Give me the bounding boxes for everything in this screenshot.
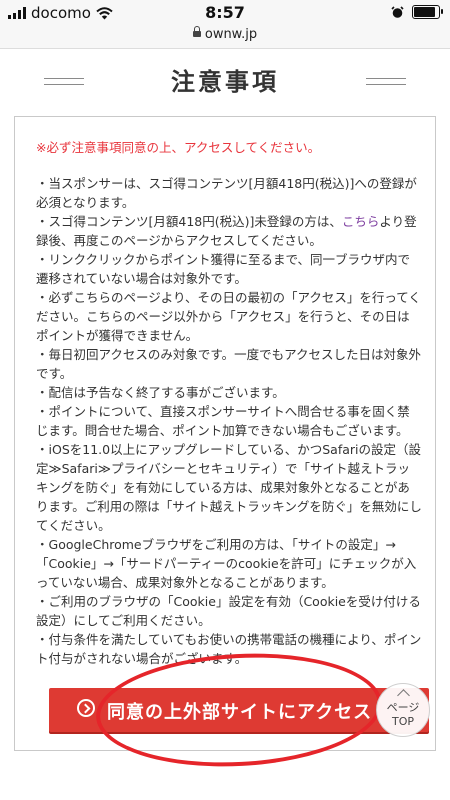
status-right (391, 5, 443, 19)
notice-item: 必ずこちらのページより、その日の最初の「アクセス」を行ってください。こちらのペー… (36, 288, 422, 345)
notice-item: リンククリックからポイント獲得に至るまで、同一ブラウザ内で遷移されていない場合は… (36, 250, 422, 288)
page-top-label-1: ページ (386, 701, 420, 714)
lock-icon (192, 25, 201, 37)
notice-item: スゴ得コンテンツ[月額418円(税込)]未登録の方は、こちらより登録後、再度この… (36, 212, 422, 250)
warning-text: ※必ず注意事項同意の上、アクセスしてください。 (36, 140, 321, 155)
notice-item-text: スゴ得コンテンツ[月額418円(税込)]未登録の方は、 (48, 214, 342, 229)
battery-icon (412, 5, 443, 19)
notice-box: ※必ず注意事項同意の上、アクセスしてください。 当スポンサーは、スゴ得コンテンツ… (14, 116, 436, 751)
page-top-label-2: TOP (391, 715, 414, 728)
notice-item: ポイントについて、直接スポンサーサイトへ問合せる事を固く禁じます。問合せた場合、… (36, 402, 422, 440)
notice-item: 毎日初回アクセスのみ対象です。一度でもアクセスした日は対象外です。 (36, 345, 422, 383)
status-time: 8:57 (205, 3, 245, 22)
notice-item: GoogleChromeブラウザをご利用の方は、「サイトの設定」→「Cookie… (36, 535, 422, 592)
page-top-button[interactable]: ページ TOP (376, 683, 430, 737)
chevron-up-icon (396, 689, 410, 702)
agree-access-button-label: 同意の上外部サイトにアクセス (107, 702, 373, 723)
notice-item: ご利用のブラウザの「Cookie」設定を有効（Cookieを受け付ける設定）にし… (36, 592, 422, 630)
notice-item: iOSを11.0以上にアップグレードしている、かつSafariの設定（設定≫Sa… (36, 440, 422, 535)
chevron-right-circle-icon (77, 699, 95, 717)
title-decoration-right (366, 78, 406, 85)
notice-item: 配信は予告なく終了する事がございます。 (36, 383, 422, 402)
page-header: 注意事項 (0, 62, 450, 102)
agree-access-button[interactable]: 同意の上外部サイトにアクセス (49, 688, 429, 732)
url-domain: ownw.jp (204, 27, 258, 42)
notice-item: 付与条件を満たしていてもお使いの携帯電話の機種により、ポイント付与がされない場合… (36, 630, 422, 668)
register-link[interactable]: こちら (342, 214, 380, 229)
status-bar: docomo 8:57 (0, 0, 450, 26)
url-bar[interactable]: ownw.jp (0, 25, 450, 49)
alarm-clock-icon (391, 5, 404, 18)
notice-item: 当スポンサーは、スゴ得コンテンツ[月額418円(税込)]への登録が必須となります… (36, 174, 422, 212)
notice-list: 当スポンサーは、スゴ得コンテンツ[月額418円(税込)]への登録が必須となります… (36, 174, 422, 668)
